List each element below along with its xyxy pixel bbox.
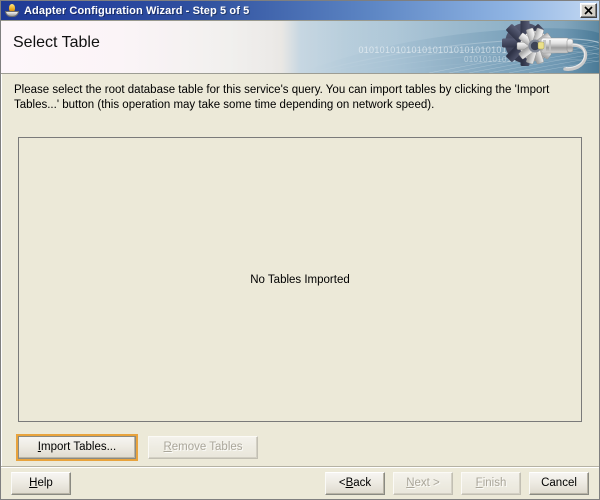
adapter-flame-icon — [4, 3, 20, 19]
title-bar: Adapter Configuration Wizard - Step 5 of… — [1, 1, 599, 21]
finish-button: Finish — [461, 471, 521, 495]
empty-state-message: No Tables Imported — [250, 273, 350, 286]
instructions-text: Please select the root database table fo… — [14, 84, 550, 111]
close-icon[interactable] — [580, 3, 597, 18]
footer-right-group: < Back Next > Finish Cancel — [325, 471, 589, 495]
banner: 0101010101010101010101010101 01010101010… — [1, 21, 599, 74]
tables-list-panel[interactable]: No Tables Imported — [18, 137, 582, 422]
window-title: Adapter Configuration Wizard - Step 5 of… — [24, 4, 250, 17]
dialog-footer: Help < Back Next > Finish Cancel — [1, 466, 599, 499]
back-button[interactable]: < Back — [325, 471, 385, 495]
help-button[interactable]: Help — [11, 471, 71, 495]
dialog-body: Please select the root database table fo… — [1, 74, 599, 466]
footer-left-group: Help — [11, 471, 71, 495]
next-button: Next > — [393, 471, 453, 495]
wizard-dialog: Adapter Configuration Wizard - Step 5 of… — [0, 0, 600, 500]
import-tables-button[interactable]: Import Tables... — [16, 434, 138, 461]
panel-button-row: Import Tables... Remove Tables — [16, 434, 258, 461]
cancel-button[interactable]: Cancel — [529, 471, 589, 495]
remove-tables-button: Remove Tables — [148, 436, 258, 459]
gear-plug-icon — [502, 21, 588, 71]
page-title: Select Table — [13, 34, 100, 51]
